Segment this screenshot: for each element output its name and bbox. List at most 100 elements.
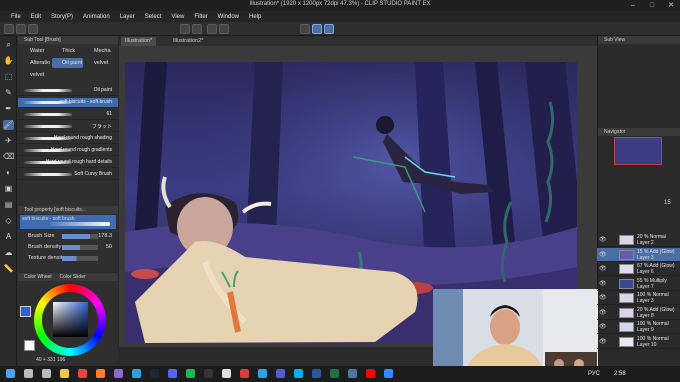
- save-icon[interactable]: [28, 24, 38, 34]
- layer-row[interactable]: 👁 20 % Normal Layer 2: [597, 233, 680, 247]
- snap-ruler-icon[interactable]: [300, 24, 310, 34]
- eye-icon[interactable]: 👁: [599, 338, 607, 345]
- taskview-icon[interactable]: [42, 369, 51, 378]
- eraser-icon[interactable]: ⌫: [3, 152, 14, 162]
- layer-opacity-value[interactable]: 15: [664, 200, 671, 206]
- snap-grid-icon[interactable]: [324, 24, 334, 34]
- tool-property-row[interactable]: Brush density 50: [22, 243, 116, 252]
- paint-icon[interactable]: [240, 369, 249, 378]
- vk-icon[interactable]: [348, 369, 357, 378]
- text-icon[interactable]: A: [3, 232, 14, 242]
- windows-start-icon[interactable]: [6, 369, 15, 378]
- eye-icon[interactable]: 👁: [599, 280, 607, 287]
- sub-tool-group-tab[interactable]: Alteratio: [20, 58, 51, 68]
- figure-icon[interactable]: ◇: [3, 216, 14, 226]
- sub-tool-group-tab[interactable]: velvet: [20, 70, 51, 80]
- obs-icon[interactable]: [204, 369, 213, 378]
- brush-list-item[interactable]: Hard round rough hard details: [18, 158, 118, 168]
- maximize-button[interactable]: □: [645, 0, 659, 11]
- skype-icon[interactable]: [294, 369, 303, 378]
- layer-row[interactable]: 👁 100 % Normal Layer 10: [597, 335, 680, 349]
- snap-special-ruler-icon[interactable]: [312, 24, 322, 34]
- eyedropper-icon[interactable]: ✎: [3, 88, 14, 98]
- brush-list-item[interactable]: フラット: [18, 122, 118, 132]
- main-color-swatch[interactable]: [20, 306, 31, 317]
- brush-list-item[interactable]: Hard round rough gradients: [18, 146, 118, 156]
- steam-icon[interactable]: [150, 369, 159, 378]
- airbrush-icon[interactable]: ✈: [3, 136, 14, 146]
- blend-icon[interactable]: ◐: [3, 168, 14, 178]
- layer-row[interactable]: 👁 20 % Add (Glow) Layer 8: [597, 306, 680, 320]
- redo-icon[interactable]: [192, 24, 202, 34]
- eye-icon[interactable]: 👁: [599, 294, 607, 301]
- close-button[interactable]: ✕: [664, 0, 678, 11]
- app-icon[interactable]: [114, 369, 123, 378]
- sub-tool-group-tab[interactable]: Thick: [52, 46, 83, 56]
- tool-property-slider[interactable]: [62, 234, 98, 239]
- pen-icon[interactable]: ✒: [3, 104, 14, 114]
- menu-edit[interactable]: Edit: [26, 14, 46, 20]
- search-icon[interactable]: [24, 369, 33, 378]
- menu-animation[interactable]: Animation: [78, 14, 115, 20]
- eye-icon[interactable]: 👁: [599, 251, 607, 258]
- layer-row[interactable]: 👁 67 % Add (Glow) Layer 6: [597, 262, 680, 276]
- eye-icon[interactable]: 👁: [599, 323, 607, 330]
- brush-list-item[interactable]: Hard round rough shading: [18, 134, 118, 144]
- brush-list-item[interactable]: Soft Curvy Brush: [18, 170, 118, 180]
- move-hand-icon[interactable]: ✋: [3, 56, 14, 66]
- menu-help[interactable]: Help: [244, 14, 266, 20]
- discord-icon[interactable]: [168, 369, 177, 378]
- menu-view[interactable]: View: [166, 14, 189, 20]
- csp-icon[interactable]: [222, 369, 231, 378]
- tool-property-slider[interactable]: [62, 245, 98, 250]
- saturation-value-square[interactable]: [53, 302, 88, 337]
- eye-icon[interactable]: 👁: [599, 265, 607, 272]
- sub-color-swatch[interactable]: [24, 340, 35, 351]
- chrome-icon[interactable]: [78, 369, 87, 378]
- magnifier-icon[interactable]: ⌕: [3, 40, 14, 50]
- word-icon[interactable]: [312, 369, 321, 378]
- open-file-icon[interactable]: [16, 24, 26, 34]
- color-slider-tab[interactable]: Color Slider: [60, 273, 86, 281]
- balloon-icon[interactable]: ☁: [3, 248, 14, 258]
- clock[interactable]: 2:58: [614, 371, 626, 377]
- teams-icon[interactable]: [276, 369, 285, 378]
- menu-file[interactable]: File: [6, 14, 26, 20]
- keyboard-language[interactable]: РУС: [588, 371, 600, 377]
- selection-icon[interactable]: ⬚: [3, 72, 14, 82]
- zoom-icon[interactable]: [384, 369, 393, 378]
- gradient-icon[interactable]: ▤: [3, 200, 14, 210]
- menu-layer[interactable]: Layer: [115, 14, 140, 20]
- document-tab[interactable]: Illustration*: [121, 37, 157, 46]
- new-file-icon[interactable]: [4, 24, 14, 34]
- layer-row[interactable]: 👁 100 % Normal Layer 9: [597, 320, 680, 334]
- spotify-icon[interactable]: [186, 369, 195, 378]
- brush-list-item[interactable]: 61: [18, 110, 118, 120]
- fill-selection-icon[interactable]: [219, 24, 229, 34]
- sub-tool-group-tab[interactable]: velvet: [84, 58, 115, 68]
- color-wheel-tab[interactable]: Color Wheel: [24, 273, 52, 281]
- tool-property-slider[interactable]: [62, 256, 98, 261]
- navigator-thumbnail[interactable]: [614, 137, 662, 165]
- brush-list-item[interactable]: Oil paint: [18, 86, 118, 96]
- layer-row[interactable]: 👁 100 % Normal Layer 3: [597, 291, 680, 305]
- photoshop-icon[interactable]: [258, 369, 267, 378]
- sub-tool-group-tab[interactable]: Water: [20, 46, 51, 56]
- layer-row[interactable]: 👁 15 % Add (Glow) Layer 3: [597, 247, 680, 262]
- menu-storyp[interactable]: Story(P): [46, 14, 78, 20]
- firefox-icon[interactable]: [96, 369, 105, 378]
- clear-icon[interactable]: [207, 24, 217, 34]
- explorer-icon[interactable]: [60, 369, 69, 378]
- eye-icon[interactable]: 👁: [599, 236, 607, 243]
- sub-tool-group-tab[interactable]: Oil paint: [52, 58, 83, 68]
- ruler-icon[interactable]: 📏: [3, 264, 14, 274]
- minimize-button[interactable]: –: [626, 0, 640, 11]
- menu-select[interactable]: Select: [140, 14, 167, 20]
- brush-icon[interactable]: 🖌: [3, 120, 14, 130]
- fill-icon[interactable]: ▣: [3, 184, 14, 194]
- excel-icon[interactable]: [330, 369, 339, 378]
- youtube-icon[interactable]: [366, 369, 375, 378]
- menu-window[interactable]: Window: [213, 14, 244, 20]
- brush-list-item[interactable]: soft biscuits - soft brush: [18, 98, 118, 108]
- telegram-icon[interactable]: [132, 369, 141, 378]
